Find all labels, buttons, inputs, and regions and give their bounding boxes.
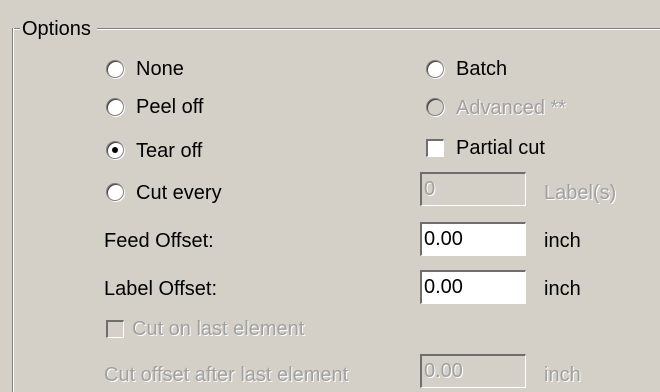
label-offset-input[interactable]: 0.00 xyxy=(420,270,526,304)
tear-off-radio[interactable] xyxy=(106,141,124,159)
cut-every-radio[interactable] xyxy=(106,183,124,201)
none-radio[interactable] xyxy=(106,60,124,78)
label-offset-label: Label Offset: xyxy=(104,278,218,300)
cut-offset-after-last-label: Cut offset after last element xyxy=(104,364,349,386)
feed-offset-unit: inch xyxy=(544,230,581,252)
label-offset-unit: inch xyxy=(544,278,581,300)
cut-on-last-element-label: Cut on last element xyxy=(132,318,305,340)
radio-selected-dot xyxy=(112,147,118,153)
options-group-title: Options xyxy=(20,16,97,42)
batch-radio[interactable] xyxy=(426,60,444,78)
options-panel: Options None Peel off Tear off Cut every… xyxy=(0,0,660,392)
cut-offset-after-last-unit: inch xyxy=(544,364,581,386)
group-box-top-border xyxy=(12,28,660,30)
cut-every-input: 0 xyxy=(420,172,526,206)
cut-every-unit-label: Label(s) xyxy=(544,182,617,204)
feed-offset-input[interactable]: 0.00 xyxy=(420,222,526,256)
tear-off-radio-label[interactable]: Tear off xyxy=(136,138,202,164)
none-radio-label[interactable]: None xyxy=(136,56,184,82)
peel-off-radio-label[interactable]: Peel off xyxy=(136,94,203,120)
cut-on-last-element-checkbox xyxy=(106,320,124,338)
batch-radio-label[interactable]: Batch xyxy=(456,56,507,82)
feed-offset-label: Feed Offset: xyxy=(104,230,214,252)
group-box-left-border xyxy=(12,28,14,392)
cut-offset-after-last-input: 0.00 xyxy=(420,354,526,388)
cut-every-radio-label[interactable]: Cut every xyxy=(136,180,222,206)
advanced-radio-label: Advanced ** xyxy=(456,97,567,119)
partial-cut-checkbox[interactable] xyxy=(426,139,444,157)
peel-off-radio[interactable] xyxy=(106,98,124,116)
advanced-radio xyxy=(426,98,444,116)
partial-cut-label[interactable]: Partial cut xyxy=(456,135,545,161)
